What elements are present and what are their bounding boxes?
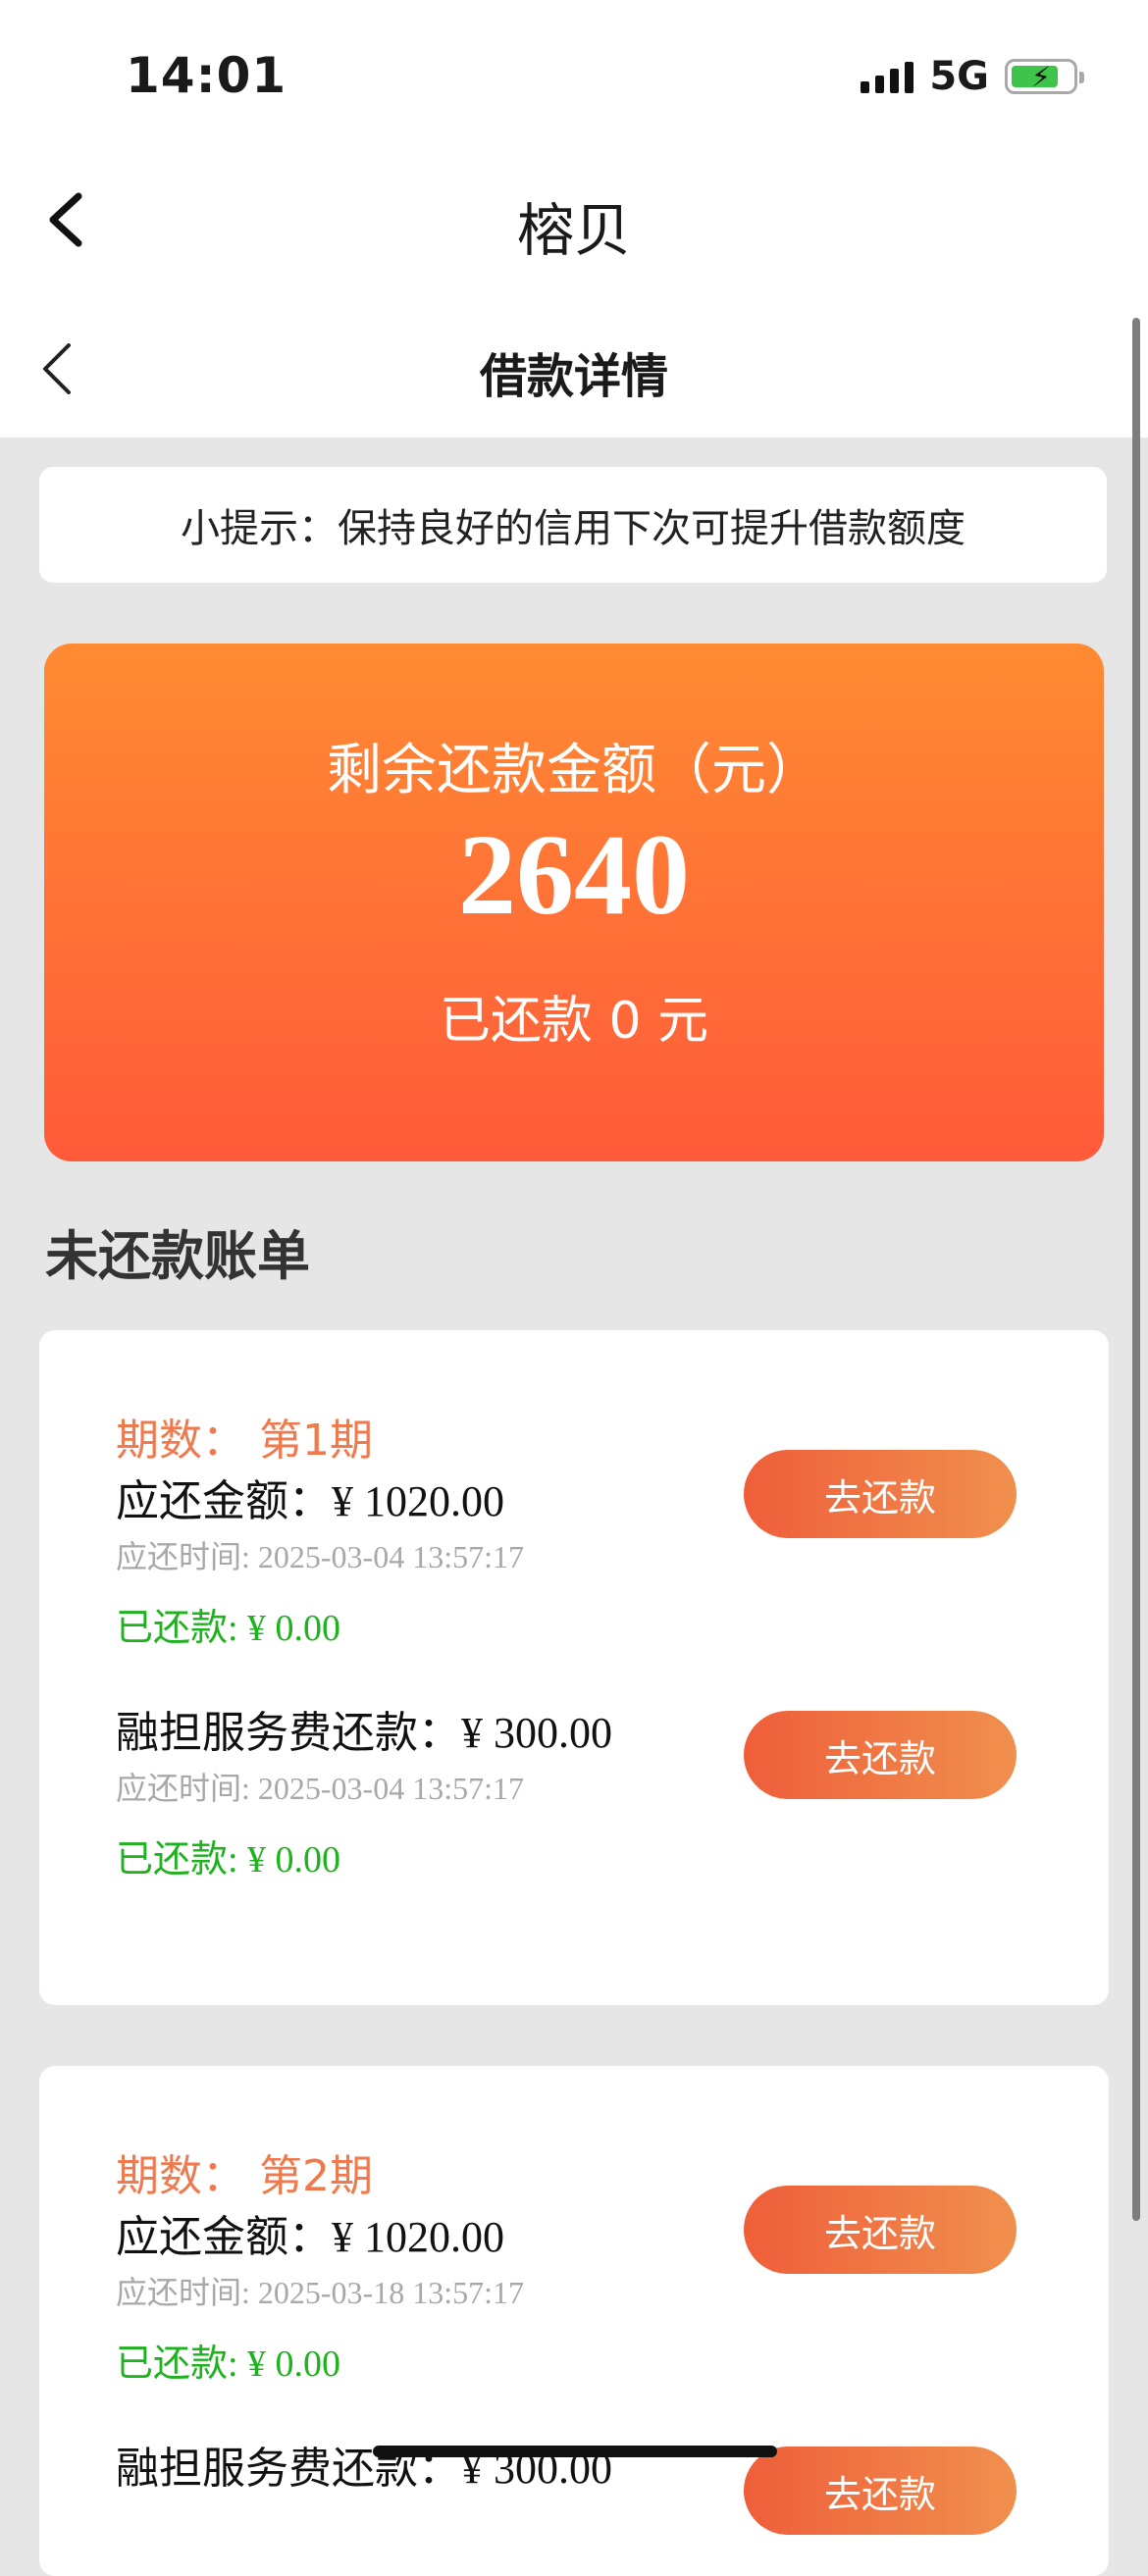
remaining-amount-label: 剩余还款金额（元）	[327, 739, 821, 802]
period-label: 期数： 第2期	[116, 2151, 373, 2201]
principal-value: ¥ 1020.00	[332, 2213, 504, 2261]
principal-paid: 已还款: ¥ 0.00	[116, 2344, 341, 2385]
principal-amount: 应还金额：¥ 1020.00	[116, 2201, 504, 2264]
fee-amount: 融担服务费还款：¥ 300.00	[116, 2433, 612, 2496]
principal-label: 应还金额：	[116, 2212, 332, 2262]
principal-due-time: 应还时间: 2025-03-04 13:57:17	[116, 1539, 524, 1574]
principal-label: 应还金额：	[116, 1476, 332, 1526]
principal-due-time: 应还时间: 2025-03-18 13:57:17	[116, 2275, 524, 2310]
repay-button[interactable]: 去还款	[744, 2186, 1017, 2274]
mini-app-title: 榕贝	[516, 197, 631, 264]
fee-paid: 已还款: ¥ 0.00	[116, 1839, 341, 1880]
repayment-summary-card: 剩余还款金额（元） 2640 已还款 0 元	[44, 644, 1104, 1161]
scrollbar[interactable]	[1132, 318, 1140, 2221]
principal-paid: 已还款: ¥ 0.00	[116, 1608, 341, 1649]
repay-button[interactable]: 去还款	[744, 1450, 1017, 1538]
remaining-amount-value: 2640	[458, 810, 690, 939]
bill-card: 期数： 第2期 应还金额：¥ 1020.00 应还时间: 2025-03-18 …	[39, 2066, 1109, 2576]
fee-amount: 融担服务费还款：¥ 300.00	[116, 1697, 612, 1760]
unpaid-bills-heading: 未还款账单	[45, 1225, 310, 1287]
credit-tip: 小提示：保持良好的信用下次可提升借款额度	[39, 467, 1107, 583]
page-title: 借款详情	[479, 349, 668, 404]
bill-card: 期数： 第1期 应还金额：¥ 1020.00 应还时间: 2025-03-04 …	[39, 1330, 1109, 2005]
principal-amount: 应还金额：¥ 1020.00	[116, 1466, 504, 1528]
signal-icon	[861, 60, 914, 93]
fee-label: 融担服务费还款：	[116, 1708, 461, 1758]
mini-app-bar: 榕贝	[0, 167, 1148, 275]
period-label: 期数： 第1期	[116, 1416, 373, 1466]
repay-fee-button[interactable]: 去还款	[744, 1711, 1017, 1799]
status-time: 14:01	[126, 47, 287, 104]
battery-icon: ⚡	[1005, 59, 1084, 94]
paid-amount-text: 已还款 0 元	[439, 992, 709, 1051]
status-indicators: 5G ⚡	[861, 54, 1084, 99]
principal-value: ¥ 1020.00	[332, 1477, 504, 1525]
charging-bolt-icon: ⚡	[1031, 60, 1051, 93]
repay-fee-button[interactable]: 去还款	[744, 2447, 1017, 2535]
fee-due-time: 应还时间: 2025-03-04 13:57:17	[116, 1771, 524, 1806]
page-header: 借款详情	[0, 320, 1148, 428]
network-label: 5G	[929, 54, 989, 99]
home-indicator[interactable]	[373, 2446, 777, 2457]
fee-value: ¥ 300.00	[461, 1709, 612, 1757]
